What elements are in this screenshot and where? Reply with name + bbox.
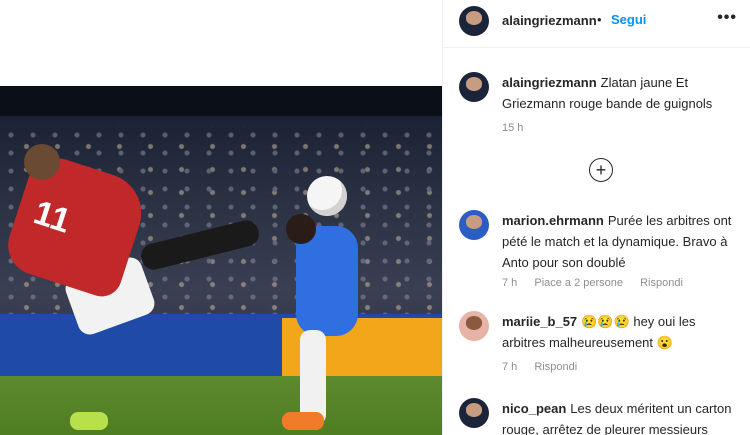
post-header: alaingriezmann • Segui •••	[443, 0, 750, 48]
plus-circle-icon[interactable]: +	[589, 158, 613, 182]
caption-meta: 15 h	[502, 122, 537, 134]
caption-time[interactable]: 15 h	[502, 122, 523, 134]
author-username[interactable]: alaingriezmann	[502, 13, 597, 28]
comment-text: nico_pean Les deux méritent un carton rou…	[502, 398, 738, 435]
comment-avatar[interactable]	[459, 311, 489, 341]
player-blue-legs	[300, 330, 326, 425]
caption-text: alaingriezmann Zlatan jaune Et Griezmann …	[502, 72, 738, 114]
follow-button[interactable]: Segui	[611, 12, 646, 27]
player-red-head	[24, 144, 60, 180]
comment-text: mariie_b_57 😢😢😢 hey oui les arbitres malh…	[502, 311, 738, 353]
author-avatar[interactable]	[459, 6, 489, 36]
player-blue-boot	[282, 412, 324, 430]
comment-username[interactable]: marion.ehrmann	[502, 213, 604, 228]
player-red-boot	[70, 412, 108, 430]
post-video[interactable]: 11	[0, 86, 442, 435]
player-blue-head	[286, 214, 316, 244]
media-area: 11	[0, 0, 442, 435]
caption-username[interactable]: alaingriezmann	[502, 75, 597, 90]
comment-avatar[interactable]	[459, 398, 489, 428]
comment-time[interactable]: 7 h	[502, 277, 517, 289]
comment-text: marion.ehrmann Purée les arbitres ont pét…	[502, 210, 738, 273]
football	[307, 176, 347, 216]
comments-panel: alaingriezmann • Segui ••• alaingriezman…	[442, 0, 750, 435]
video-pitch	[0, 376, 442, 435]
comment-reply-button[interactable]: Rispondi	[640, 277, 683, 289]
comment-avatar[interactable]	[459, 210, 489, 240]
caption-avatar[interactable]	[459, 72, 489, 102]
more-options-icon[interactable]: •••	[717, 9, 737, 27]
comment-reply-button[interactable]: Rispondi	[534, 361, 577, 373]
comment-time[interactable]: 7 h	[502, 361, 517, 373]
comment-likes[interactable]: Piace a 2 persone	[534, 277, 623, 289]
comment-username[interactable]: nico_pean	[502, 401, 566, 416]
comment-meta: 7 h Piace a 2 persone Rispondi	[502, 277, 697, 289]
comment-username[interactable]: mariie_b_57	[502, 314, 577, 329]
header-separator: •	[597, 12, 602, 27]
comment-meta: 7 h Rispondi	[502, 361, 591, 373]
